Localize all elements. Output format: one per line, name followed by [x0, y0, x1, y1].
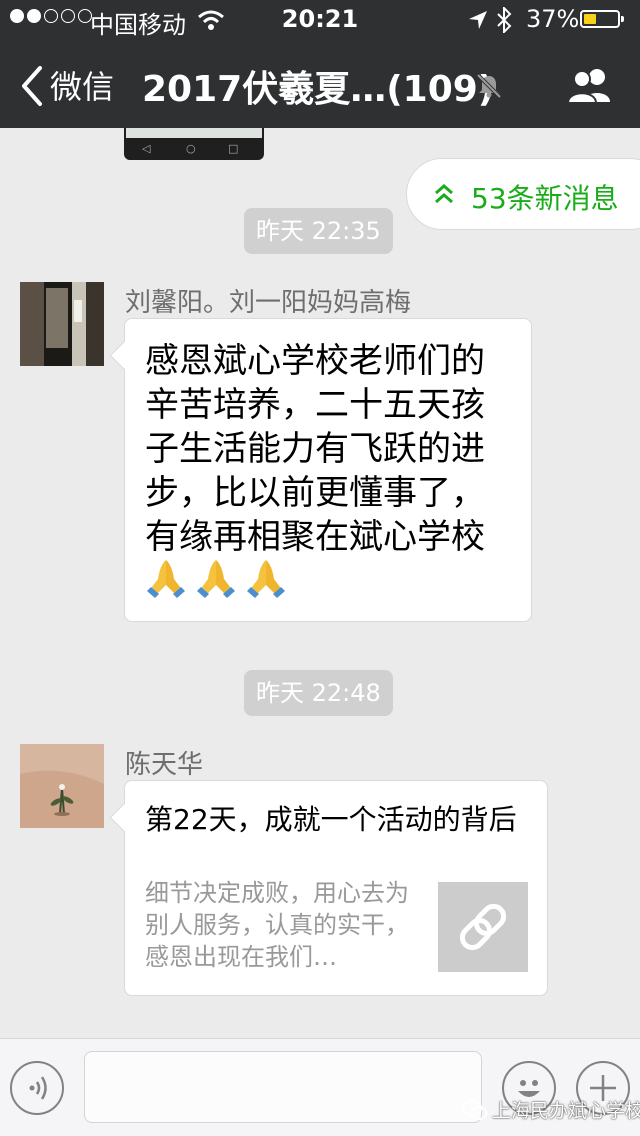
- back-button[interactable]: 微信: [50, 62, 114, 108]
- sender-name: 陈天华: [125, 750, 204, 780]
- link-thumbnail: [438, 882, 528, 972]
- android-back-icon: ◁: [142, 142, 151, 155]
- android-home-icon: ○: [186, 142, 196, 155]
- link-description: 细节决定成败，用心去为别人服务，认真的实干，感恩出现在我们…: [145, 879, 409, 971]
- avatar[interactable]: [20, 744, 104, 828]
- message-input[interactable]: [84, 1051, 482, 1123]
- group-members-icon[interactable]: [566, 66, 614, 104]
- message-text: 感恩斌心学校老师们的辛苦培养，二十五天孩子生活能力有飞跃的进步，比以前更懂事了，…: [145, 341, 485, 557]
- avatar-image: [20, 282, 104, 366]
- nav-bar: 微信 2017伏羲夏…(109): [0, 40, 640, 128]
- bluetooth-icon: [497, 7, 512, 33]
- header: 中国移动 20:21 37% 微信 2017伏羲夏…(109): [0, 0, 640, 128]
- timestamp: 昨天 22:48: [244, 670, 393, 716]
- link-card[interactable]: 第22天，成就一个活动的背后 细节决定成败，用心去为别人服务，认真的实干，感恩出…: [109, 780, 548, 996]
- bubble-arrow: [109, 340, 140, 371]
- battery-fill: [584, 14, 596, 24]
- thumbnail-content: [126, 128, 262, 138]
- android-recents-icon: □: [228, 142, 239, 155]
- wechat-logo-icon: [462, 1099, 488, 1120]
- new-messages-label: 53条新消息: [471, 182, 619, 215]
- voice-input-button[interactable]: [10, 1061, 64, 1115]
- mute-bell-icon: [476, 73, 502, 99]
- status-bar: 中国移动 20:21 37%: [0, 0, 640, 40]
- battery-nub: [621, 16, 624, 22]
- sender-name: 刘馨阳。刘一阳妈妈高梅: [125, 288, 412, 318]
- timestamp: 昨天 22:35: [244, 208, 393, 254]
- link-title: 第22天，成就一个活动的背后: [145, 803, 517, 836]
- bubble-arrow: [109, 802, 140, 833]
- praying-hands-icon: [147, 560, 185, 598]
- previous-image-thumbnail[interactable]: ◁ ○ □: [124, 128, 264, 160]
- praying-hands-icon: [247, 560, 285, 598]
- chat-title: 2017伏羲夏…(109): [142, 69, 495, 110]
- battery-icon: [580, 10, 624, 28]
- double-chevron-up-icon: [435, 184, 453, 204]
- praying-hands-icon: [197, 560, 235, 598]
- message-bubble[interactable]: 感恩斌心学校老师们的辛苦培养，二十五天孩子生活能力有飞跃的进步，比以前更懂事了，…: [109, 318, 532, 622]
- avatar[interactable]: [20, 282, 104, 366]
- battery-percent: 37%: [526, 5, 580, 33]
- location-arrow-icon: [469, 11, 487, 29]
- watermark-text: 上海民办斌心学校: [492, 1100, 640, 1122]
- new-messages-button[interactable]: 53条新消息: [406, 158, 640, 230]
- avatar-image: [20, 744, 104, 828]
- emoji-row: [145, 557, 287, 599]
- voice-icon: [29, 1076, 47, 1100]
- link-chain-icon: [459, 903, 507, 951]
- watermark: 上海民办斌心学校: [462, 1096, 640, 1123]
